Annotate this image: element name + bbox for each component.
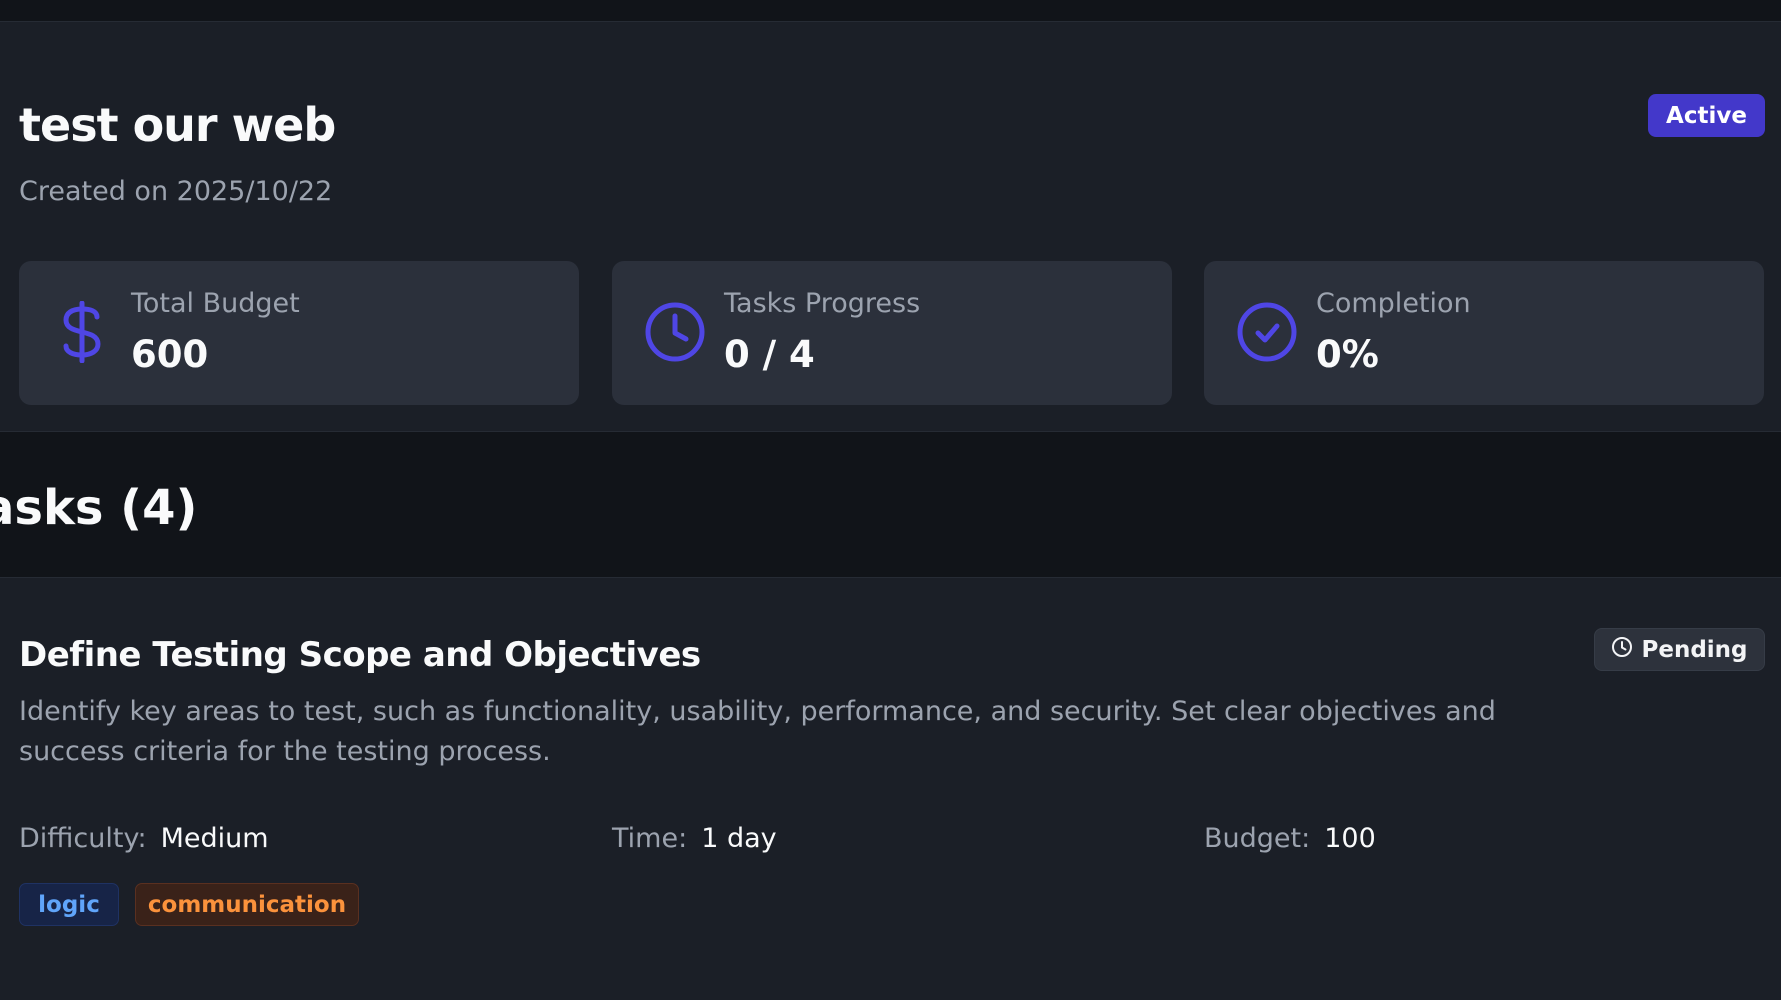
tasks-heading: asks (4) [0,480,198,536]
task-budget: Budget: 100 [1204,823,1376,854]
created-date: Created on 2025/10/22 [19,176,333,207]
stat-card-tasks-progress: Tasks Progress 0 / 4 [612,261,1172,405]
clock-icon [1611,636,1633,664]
time-value: 1 day [701,823,777,854]
tag-communication: communication [135,883,359,926]
difficulty-label: Difficulty: [19,823,147,854]
task-time: Time: 1 day [612,823,777,854]
task-status-badge: Pending [1594,628,1765,671]
clock-icon [642,299,708,365]
task-card[interactable]: Define Testing Scope and Objectives Pend… [0,577,1781,1000]
stat-value: 600 [131,333,209,376]
task-title: Define Testing Scope and Objectives [19,635,701,675]
task-difficulty: Difficulty: Medium [19,823,269,854]
difficulty-value: Medium [160,823,269,854]
stat-label: Total Budget [131,288,300,319]
dollar-icon [49,299,115,365]
task-description: Identify key areas to test, such as func… [19,696,1496,767]
stat-value: 0 / 4 [724,333,815,376]
stat-value: 0% [1316,333,1379,376]
tag-logic: logic [19,883,119,926]
task-status-label: Pending [1641,636,1748,663]
project-title: test our web [19,98,336,152]
stat-label: Tasks Progress [724,288,921,319]
project-header: test our web Created on 2025/10/22 Activ… [0,22,1781,432]
status-badge: Active [1648,94,1765,137]
stat-label: Completion [1316,288,1471,319]
time-label: Time: [612,823,688,854]
stat-card-completion: Completion 0% [1204,261,1764,405]
check-circle-icon [1234,299,1300,365]
budget-value: 100 [1324,823,1376,854]
budget-label: Budget: [1204,823,1311,854]
stat-card-total-budget: Total Budget 600 [19,261,579,405]
top-bar [0,0,1781,22]
